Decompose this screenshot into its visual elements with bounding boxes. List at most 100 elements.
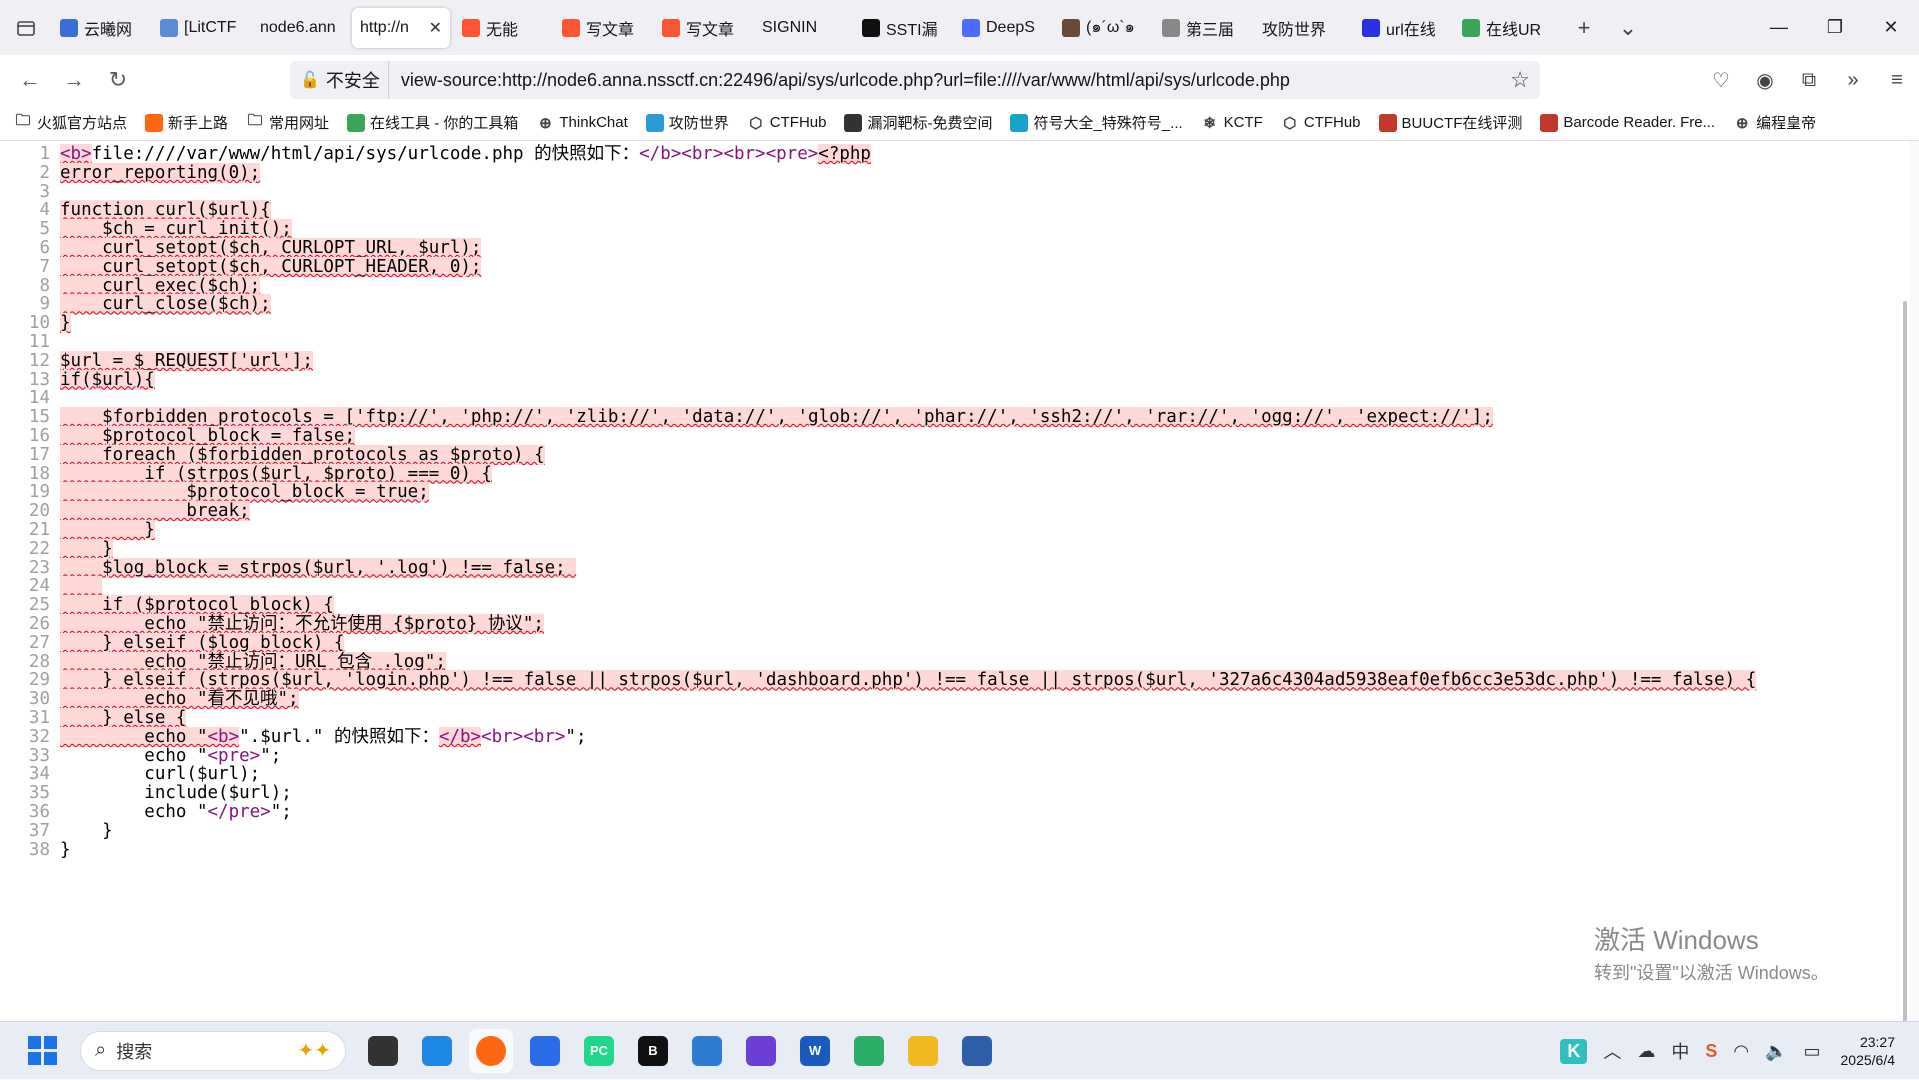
bookmark-6[interactable]: ⬡ CTFHub: [747, 114, 826, 132]
bookmark-10[interactable]: ⬡ CTFHub: [1281, 114, 1361, 132]
taskbar-app-wechat[interactable]: [847, 1029, 891, 1073]
code-segment: curl_setopt($ch, CURLOPT_URL, $url);: [60, 238, 482, 258]
sogou-icon[interactable]: S: [1705, 1041, 1717, 1062]
security-indicator[interactable]: 🔓 不安全: [290, 61, 389, 99]
tab-label: SSTI漏: [886, 21, 938, 39]
tab-2[interactable]: node6.ann: [252, 8, 348, 48]
code-segment: <pre>: [207, 745, 261, 766]
code-segment: }: [60, 820, 113, 841]
taskbar-app-app-k[interactable]: [523, 1029, 567, 1073]
line-number: 10: [28, 313, 50, 334]
taskbar-app-word[interactable]: W: [793, 1029, 837, 1073]
code-segment: break;: [60, 501, 250, 522]
close-tab-icon[interactable]: ✕: [429, 18, 442, 38]
start-button[interactable]: [22, 1031, 62, 1071]
k-tray-icon[interactable]: K: [1560, 1038, 1588, 1064]
bookmark-8[interactable]: 符号大全_特殊符号_...: [1010, 112, 1183, 133]
bookmark-1[interactable]: 新手上路: [145, 112, 228, 133]
taskbar-app-burp[interactable]: B: [631, 1029, 675, 1073]
bookmark-2[interactable]: 🗀 常用网址: [246, 112, 330, 133]
taskbar-app-notepad[interactable]: [685, 1029, 729, 1073]
bookmark-star-icon[interactable]: ☆: [1510, 67, 1530, 93]
volume-icon[interactable]: 🔈: [1765, 1041, 1787, 1062]
tab-11[interactable]: 第三届: [1154, 8, 1250, 48]
taskbar-app-task-view[interactable]: [361, 1029, 405, 1073]
tab-10[interactable]: (๑´ω`๑: [1054, 8, 1150, 48]
url-text[interactable]: view-source:http://node6.anna.nssctf.cn:…: [401, 70, 1290, 91]
tab-5[interactable]: 写文章: [554, 8, 650, 48]
cube-icon: ⬡: [749, 114, 763, 132]
show-hidden-icons-icon[interactable]: ︿: [1603, 1038, 1621, 1064]
taskbar-app-app-bolt[interactable]: [739, 1029, 783, 1073]
bookmark-11[interactable]: BUUCTF在线评测: [1378, 112, 1522, 133]
buu-icon: [1378, 113, 1397, 132]
activate-windows-watermark: 激活 Windows 转到"设置"以激活 Windows。: [1594, 920, 1829, 985]
bookmark-9[interactable]: ❄ KCTF: [1201, 114, 1262, 132]
bookmark-13[interactable]: ⊕ 编程皇帝: [1733, 112, 1816, 133]
tab-6[interactable]: 写文章: [654, 8, 750, 48]
bookmark-5[interactable]: 攻防世界: [645, 112, 729, 133]
code-segment: if ($protocol_block) {: [60, 595, 334, 616]
menu-icon[interactable]: ≡: [1875, 69, 1919, 92]
code-segment: echo ": [60, 745, 208, 766]
taskbar-app-app-lock[interactable]: [955, 1029, 999, 1073]
code-segment: $forbidden_protocols = ['ftp://', 'php:/…: [60, 407, 1493, 428]
bookmark-label: 火狐官方站点: [37, 115, 128, 132]
bookmark-7[interactable]: 漏洞靶标-免费空间: [844, 112, 992, 133]
vertical-scrollbar[interactable]: [1903, 301, 1907, 1021]
close-window-icon[interactable]: ✕: [1863, 0, 1919, 55]
new-tab-icon[interactable]: +: [1562, 15, 1606, 41]
bookmark-label: CTFHub: [1303, 114, 1361, 131]
tab-0[interactable]: 云曦网: [52, 8, 148, 48]
battery-icon[interactable]: ▭: [1803, 1041, 1820, 1062]
tab-overview-icon: [17, 20, 35, 36]
tab-9[interactable]: DeepS: [954, 8, 1050, 48]
firefox-icon: [145, 113, 164, 132]
taskbar-app-pycharm[interactable]: PC: [577, 1029, 621, 1073]
clock[interactable]: 23:27 2025/6/4: [1841, 1033, 1896, 1069]
taskbar-app-firefox[interactable]: [469, 1028, 513, 1073]
reload-button[interactable]: ↻: [96, 62, 140, 98]
bookmark-12[interactable]: Barcode Reader. Fre...: [1540, 113, 1715, 132]
wifi-icon[interactable]: ◠: [1733, 1041, 1749, 1062]
extensions-icon[interactable]: ⧉: [1787, 69, 1831, 92]
tab-label: SIGNIN: [762, 18, 818, 36]
taskbar-app-app-blue[interactable]: [415, 1029, 459, 1073]
bookmark-0[interactable]: 🗀 火狐官方站点: [14, 112, 127, 133]
bookmark-3[interactable]: 在线工具 - 你的工具箱: [347, 112, 518, 133]
code-segment: <?php: [818, 144, 871, 164]
tab-14[interactable]: 在线UR: [1454, 8, 1550, 48]
tab-1[interactable]: [LitCTF: [152, 8, 248, 48]
tab-12[interactable]: 攻防世界: [1254, 8, 1350, 48]
code-segment: foreach ($forbidden_protocols as $proto)…: [60, 444, 545, 465]
line-code: $forbidden_protocols = ['ftp://', 'php:/…: [60, 407, 1493, 428]
tab-4[interactable]: 无能: [454, 8, 550, 48]
overflow-chevron-icon[interactable]: »: [1831, 69, 1875, 92]
taskbar-search[interactable]: ⌕ 搜索 ✦✦: [80, 1030, 346, 1071]
line-code: if (strpos($url, $proto) === 0) {: [60, 463, 492, 484]
line-number: 12: [28, 350, 50, 371]
bookmark-4[interactable]: ⊕ ThinkChat: [536, 114, 628, 132]
restore-icon[interactable]: ❐: [1807, 0, 1863, 55]
line-number: 37: [28, 820, 50, 841]
tab-list-chevron-icon[interactable]: ⌄: [1606, 15, 1650, 41]
line-number: 2: [39, 162, 50, 183]
cloud-icon[interactable]: ☁: [1637, 1041, 1655, 1062]
search-icon: ⌕: [95, 1039, 107, 1061]
url-bar[interactable]: 🔓 不安全 view-source:http://node6.anna.nssc…: [290, 61, 1540, 99]
avatar-icon: [1062, 18, 1080, 37]
taskbar-app-explorer[interactable]: [901, 1029, 945, 1073]
account-icon[interactable]: ◉: [1743, 68, 1787, 93]
minimize-icon[interactable]: —: [1751, 0, 1807, 55]
tab-7[interactable]: SIGNIN: [754, 8, 850, 48]
line-code: curl_setopt($ch, CURLOPT_HEADER, 0);: [60, 256, 482, 277]
back-button[interactable]: ←: [8, 62, 52, 98]
tab-13[interactable]: url在线: [1354, 8, 1450, 48]
pocket-icon[interactable]: ♡: [1699, 68, 1743, 93]
ime-indicator[interactable]: 中: [1671, 1038, 1689, 1064]
tab-3[interactable]: http://n ✕: [352, 7, 450, 48]
tab-8[interactable]: SSTI漏: [854, 8, 950, 48]
forward-button[interactable]: →: [52, 62, 96, 98]
tab-list-button[interactable]: [0, 0, 52, 55]
mic-icon: [1162, 18, 1180, 37]
